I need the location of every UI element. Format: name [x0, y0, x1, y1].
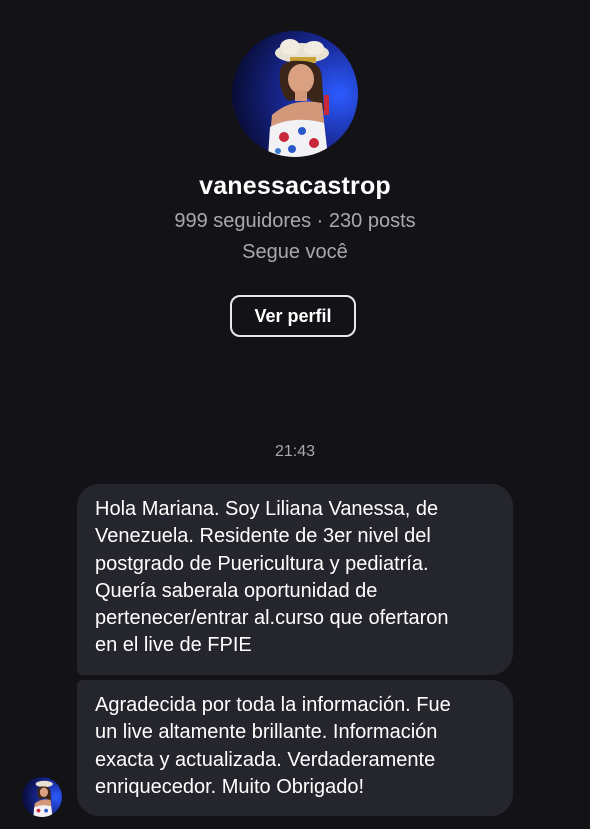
- view-profile-button[interactable]: Ver perfil: [230, 295, 356, 337]
- profile-stats: 999 seguidores · 230 posts: [174, 210, 416, 232]
- message-text: Agradecida por toda la información. Fue …: [95, 694, 451, 798]
- profile-username: vanessacastrop: [199, 172, 391, 200]
- sender-avatar[interactable]: [22, 777, 62, 817]
- profile-avatar[interactable]: [232, 31, 358, 157]
- message-timestamp: 21:43: [274, 443, 316, 460]
- message-bubble[interactable]: Hola Mariana. Soy Liliana Vanessa, de Ve…: [77, 484, 513, 675]
- message-bubble[interactable]: Agradecida por toda la información. Fue …: [77, 680, 513, 816]
- message-text: Hola Mariana. Soy Liliana Vanessa, de Ve…: [95, 498, 449, 657]
- follow-status: Segue você: [242, 241, 348, 263]
